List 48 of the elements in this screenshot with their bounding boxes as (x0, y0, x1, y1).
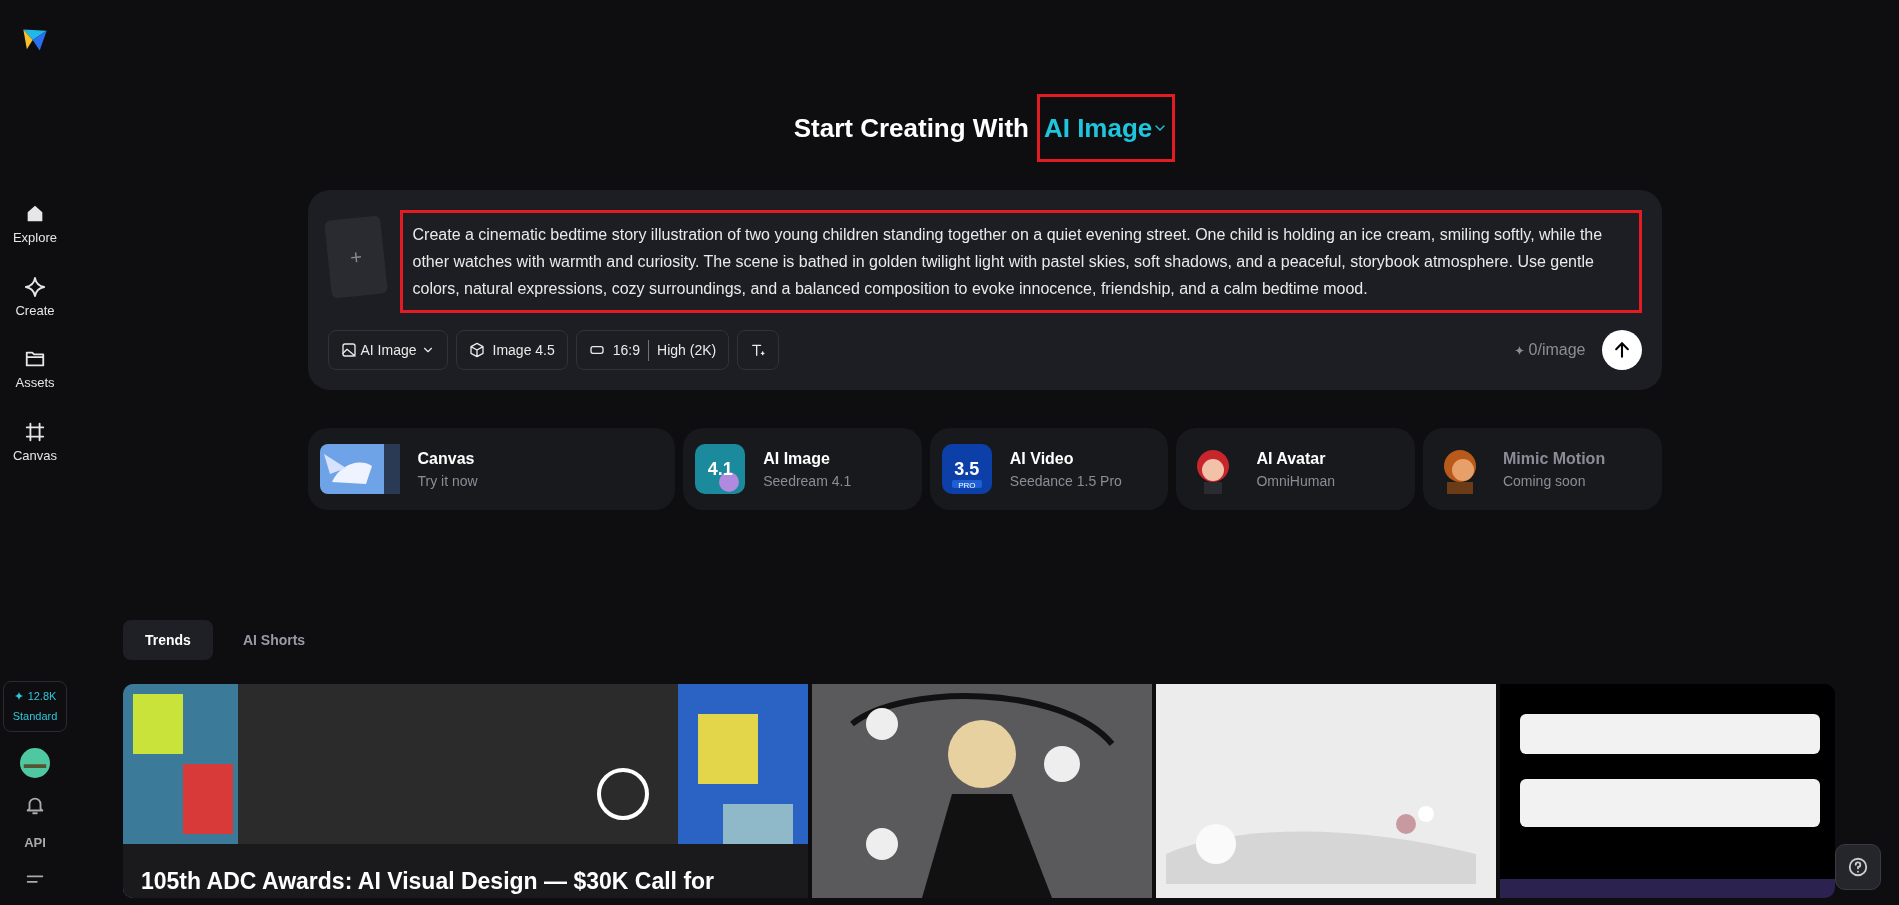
feature-title: AI Avatar (1256, 448, 1327, 469)
help-icon (1847, 856, 1869, 878)
add-image-button[interactable]: + (323, 215, 388, 299)
feature-card[interactable]: 3.5 PRO AI Video Seedance 1.5 Pro (929, 428, 1169, 510)
mode-chip[interactable]: AI Image (327, 330, 448, 370)
send-button[interactable] (1601, 330, 1642, 370)
cube-icon (468, 342, 485, 358)
card-caption: 105th ADC Awards: AI Visual Design — $30K Call for (141, 866, 715, 896)
api-link[interactable]: API (18, 831, 52, 853)
feed-tab[interactable]: AI Shorts (220, 620, 328, 660)
badge-label: PRO (958, 480, 976, 492)
sidebar-item[interactable]: Explore (6, 202, 64, 249)
feature-card[interactable]: 4.1 AI Image Seedream 4.1 (683, 428, 922, 510)
feature-title: AI Video (1009, 448, 1075, 469)
feed-tab[interactable]: Trends (123, 620, 213, 660)
feature-card[interactable]: Canvas Try it now (307, 428, 676, 510)
sidebar-item[interactable]: Create (9, 274, 61, 321)
ratio-chip[interactable]: 16:9 High (2K) (575, 330, 730, 370)
feature-title: Mimic Motion (1502, 448, 1606, 469)
credits-card[interactable]: 12.8K Standard (3, 680, 67, 732)
cost-label: 0/image (1528, 340, 1586, 360)
app-icon (695, 444, 746, 494)
feature-subtitle: Try it now (417, 471, 478, 491)
prompt-field[interactable]: Create a cinematic bedtime story illustration of two young children standing together on a quiet evening street. One child is holding an ice cream, smiling softly, while the other watches with warmth and curiosity. The scene is bathed in golden twilight light with pastel skies, soft shadows, and a peaceful, storybook atmosphere. Use gentle colors, natural expressions, cozy surroundings, and a balanced composition to evoke innocence, friendship, and a calm bedtime mood. (399, 210, 1642, 313)
help-button[interactable] (1835, 844, 1881, 890)
feature-card[interactable]: AI Avatar OmniHuman (1176, 428, 1415, 510)
badge-number: 3.5 (954, 457, 980, 481)
feature-subtitle: OmniHuman (1256, 471, 1335, 491)
mode-dropdown[interactable]: AI Image (1036, 94, 1176, 162)
sparkle-icon (24, 275, 46, 298)
avatar-icon[interactable] (20, 747, 50, 778)
sparkle-icon (13, 690, 24, 701)
sidebar-item[interactable]: Assets (9, 347, 61, 394)
image-icon (340, 342, 357, 358)
feature-subtitle: Seedance 1.5 Pro (1009, 471, 1122, 491)
feature-subtitle: Seedream 4.1 (763, 471, 852, 491)
canvas-frame-icon (24, 420, 46, 443)
sparkle-icon (1513, 344, 1525, 356)
badge-number: 4.1 (707, 457, 733, 481)
app-icon (941, 444, 992, 494)
text-style-button[interactable] (737, 330, 780, 370)
model-chip[interactable]: Image 4.5 (455, 330, 568, 370)
feature-title: Canvas (417, 448, 476, 469)
heading-text: Start Creating With (793, 111, 1029, 145)
feature-title: AI Image (763, 448, 831, 469)
feature-subtitle: Coming soon (1502, 471, 1587, 491)
text-icon (750, 342, 767, 358)
sidebar-item[interactable]: Canvas (6, 419, 64, 466)
